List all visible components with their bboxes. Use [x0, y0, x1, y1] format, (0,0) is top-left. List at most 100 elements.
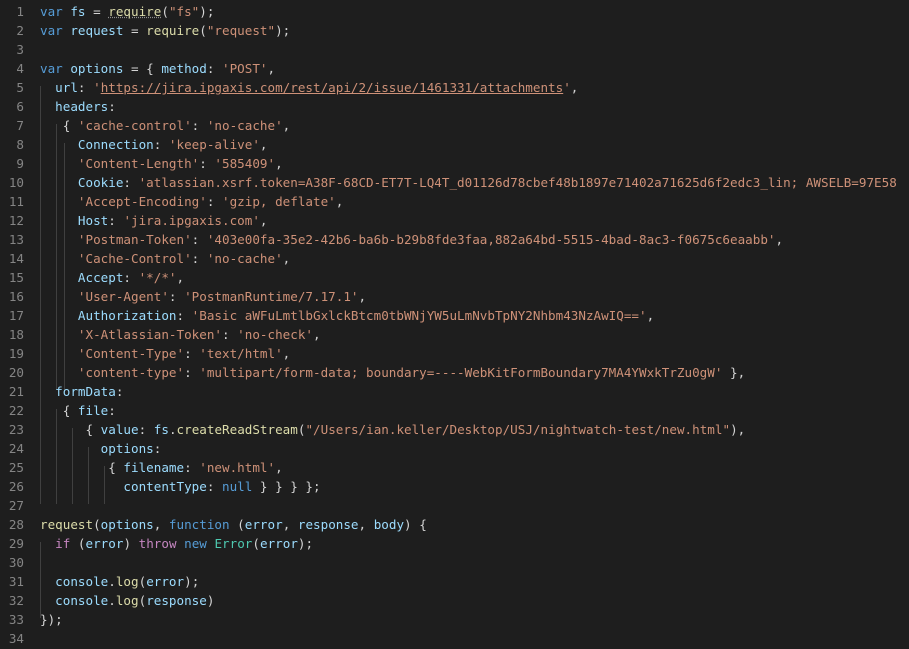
- code-token: ): [206, 593, 215, 608]
- line-code[interactable]: { 'cache-control': 'no-cache',: [40, 116, 291, 135]
- line-code[interactable]: { value: fs.createReadStream("/Users/ian…: [40, 420, 745, 439]
- line-code[interactable]: Cookie: 'atlassian.xsrf.token=A38F-68CD-…: [40, 173, 897, 192]
- line-code[interactable]: request(options, function (error, respon…: [40, 515, 427, 534]
- code-token: 'POST': [222, 61, 268, 76]
- code-line[interactable]: 30: [0, 553, 909, 572]
- code-line[interactable]: 22 { file:: [0, 401, 909, 420]
- code-line[interactable]: 8 Connection: 'keep-alive',: [0, 135, 909, 154]
- line-code[interactable]: 'Cache-Control': 'no-cache',: [40, 249, 290, 268]
- code-line[interactable]: 11 'Accept-Encoding': 'gzip, deflate',: [0, 192, 909, 211]
- code-token: );: [297, 536, 314, 551]
- code-token: var: [40, 61, 63, 76]
- line-code[interactable]: Connection: 'keep-alive',: [40, 135, 268, 154]
- line-code[interactable]: 'Content-Length': '585409',: [40, 154, 283, 173]
- code-line[interactable]: 2 var request = require("request");: [0, 21, 909, 40]
- code-token: error: [259, 536, 298, 551]
- code-line[interactable]: 9 'Content-Length': '585409',: [0, 154, 909, 173]
- code-token: 'Cache-Control': [77, 251, 192, 266]
- line-number: 5: [16, 80, 24, 95]
- code-line[interactable]: 21 formData:: [0, 382, 909, 401]
- code-line[interactable]: 34: [0, 629, 909, 648]
- code-line[interactable]: 3: [0, 40, 909, 59]
- line-number: 29: [8, 536, 24, 551]
- code-token: "/Users/ian.keller/Desktop/USJ/nightwatc…: [305, 422, 731, 437]
- code-line[interactable]: 24 options:: [0, 439, 909, 458]
- code-line[interactable]: 31 console.log(error);: [0, 572, 909, 591]
- code-token: ,: [358, 517, 374, 532]
- code-line[interactable]: 33});: [0, 610, 909, 629]
- line-code[interactable]: Authorization: 'Basic aWFuLmtlbGxlckBtcm…: [40, 306, 654, 325]
- code-line[interactable]: 16 'User-Agent': 'PostmanRuntime/7.17.1'…: [0, 287, 909, 306]
- line-code[interactable]: var fs = require("fs");: [40, 2, 214, 21]
- code-editor[interactable]: 1 var fs = require("fs"); 2 var request = r…: [0, 0, 909, 649]
- line-code[interactable]: });: [40, 610, 63, 629]
- code-token: 'no-check': [237, 327, 313, 342]
- code-line[interactable]: 25 { filename: 'new.html',: [0, 458, 909, 477]
- line-code[interactable]: console.log(response): [40, 591, 214, 610]
- line-code[interactable]: Accept: '*/*',: [40, 268, 184, 287]
- code-line[interactable]: 23 { value: fs.createReadStream("/Users/…: [0, 420, 909, 439]
- line-code[interactable]: var request = require("request");: [40, 21, 290, 40]
- code-line[interactable]: 20 'content-type': 'multipart/form-data;…: [0, 363, 909, 382]
- code-token: 'jira.ipgaxis.com': [123, 213, 260, 228]
- line-code[interactable]: 'Postman-Token': '403e00fa-35e2-42b6-ba6…: [40, 230, 783, 249]
- code-token: ,: [259, 137, 268, 152]
- line-code[interactable]: Host: 'jira.ipgaxis.com',: [40, 211, 268, 230]
- code-line[interactable]: 4 var options = { method: 'POST',: [0, 59, 909, 78]
- line-number: 12: [8, 213, 24, 228]
- code-token: ,: [775, 232, 784, 247]
- code-line[interactable]: 32 console.log(response): [0, 591, 909, 610]
- code-line[interactable]: 6 headers:: [0, 97, 909, 116]
- code-token: 'content-type': [77, 365, 185, 380]
- line-code[interactable]: { filename: 'new.html',: [40, 458, 282, 477]
- line-code[interactable]: 'User-Agent': 'PostmanRuntime/7.17.1',: [40, 287, 366, 306]
- code-line[interactable]: 5 url: 'https://jira.ipgaxis.com/rest/ap…: [0, 78, 909, 97]
- code-line[interactable]: 28 request(options, function (error, resp…: [0, 515, 909, 534]
- code-line[interactable]: 17 Authorization: 'Basic aWFuLmtlbGxlckB…: [0, 306, 909, 325]
- line-code[interactable]: options:: [40, 439, 162, 458]
- line-code[interactable]: 'Accept-Encoding': 'gzip, deflate',: [40, 192, 343, 211]
- line-code[interactable]: 'Content-Type': 'text/html',: [40, 344, 290, 363]
- code-token: ,: [358, 289, 367, 304]
- code-line[interactable]: 26 contentType: null } } } };: [0, 477, 909, 496]
- line-code[interactable]: url: 'https://jira.ipgaxis.com/rest/api/…: [40, 78, 578, 97]
- code-token: :: [77, 80, 94, 95]
- code-token: :: [199, 156, 215, 171]
- code-line[interactable]: 13 'Postman-Token': '403e00fa-35e2-42b6-…: [0, 230, 909, 249]
- code-line[interactable]: 19 'Content-Type': 'text/html',: [0, 344, 909, 363]
- code-line[interactable]: 1 var fs = require("fs");: [0, 2, 909, 21]
- line-code[interactable]: if (error) throw new Error(error);: [40, 534, 313, 553]
- code-line[interactable]: 27: [0, 496, 909, 515]
- code-token: } } } };: [252, 479, 321, 494]
- code-token: if: [55, 536, 71, 551]
- line-number: 26: [8, 479, 24, 494]
- code-token: 'Basic aWFuLmtlbGxlckBtcm0tbWNjYW5uLmNvb…: [191, 308, 647, 323]
- code-line[interactable]: 15 Accept: '*/*',: [0, 268, 909, 287]
- code-token: '403e00fa-35e2-42b6-ba6b-b29b8fde3faa,88…: [206, 232, 776, 247]
- line-number: 31: [8, 574, 24, 589]
- code-token: new: [184, 536, 207, 551]
- code-token: Connection: [77, 137, 154, 152]
- code-token: url: [55, 80, 78, 95]
- line-code[interactable]: 'content-type': 'multipart/form-data; bo…: [40, 363, 745, 382]
- code-token: :: [123, 175, 139, 190]
- line-code[interactable]: formData:: [40, 382, 123, 401]
- code-line[interactable]: 14 'Cache-Control': 'no-cache',: [0, 249, 909, 268]
- code-line[interactable]: 29 if (error) throw new Error(error);: [0, 534, 909, 553]
- code-token: },: [722, 365, 746, 380]
- code-token: :: [191, 232, 207, 247]
- code-line[interactable]: 10 Cookie: 'atlassian.xsrf.token=A38F-68…: [0, 173, 909, 192]
- line-code[interactable]: var options = { method: 'POST',: [40, 59, 275, 78]
- code-line[interactable]: 7 { 'cache-control': 'no-cache',: [0, 116, 909, 135]
- line-code[interactable]: headers:: [40, 97, 116, 116]
- line-number: 24: [8, 441, 24, 456]
- line-code[interactable]: console.log(error);: [40, 572, 199, 591]
- line-code[interactable]: contentType: null } } } };: [40, 477, 321, 496]
- code-line[interactable]: 18 'X-Atlassian-Token': 'no-check',: [0, 325, 909, 344]
- line-code[interactable]: { file:: [40, 401, 116, 420]
- line-code[interactable]: 'X-Atlassian-Token': 'no-check',: [40, 325, 321, 344]
- code-token: Host: [77, 213, 109, 228]
- code-line[interactable]: 12 Host: 'jira.ipgaxis.com',: [0, 211, 909, 230]
- line-number: 2: [16, 23, 24, 38]
